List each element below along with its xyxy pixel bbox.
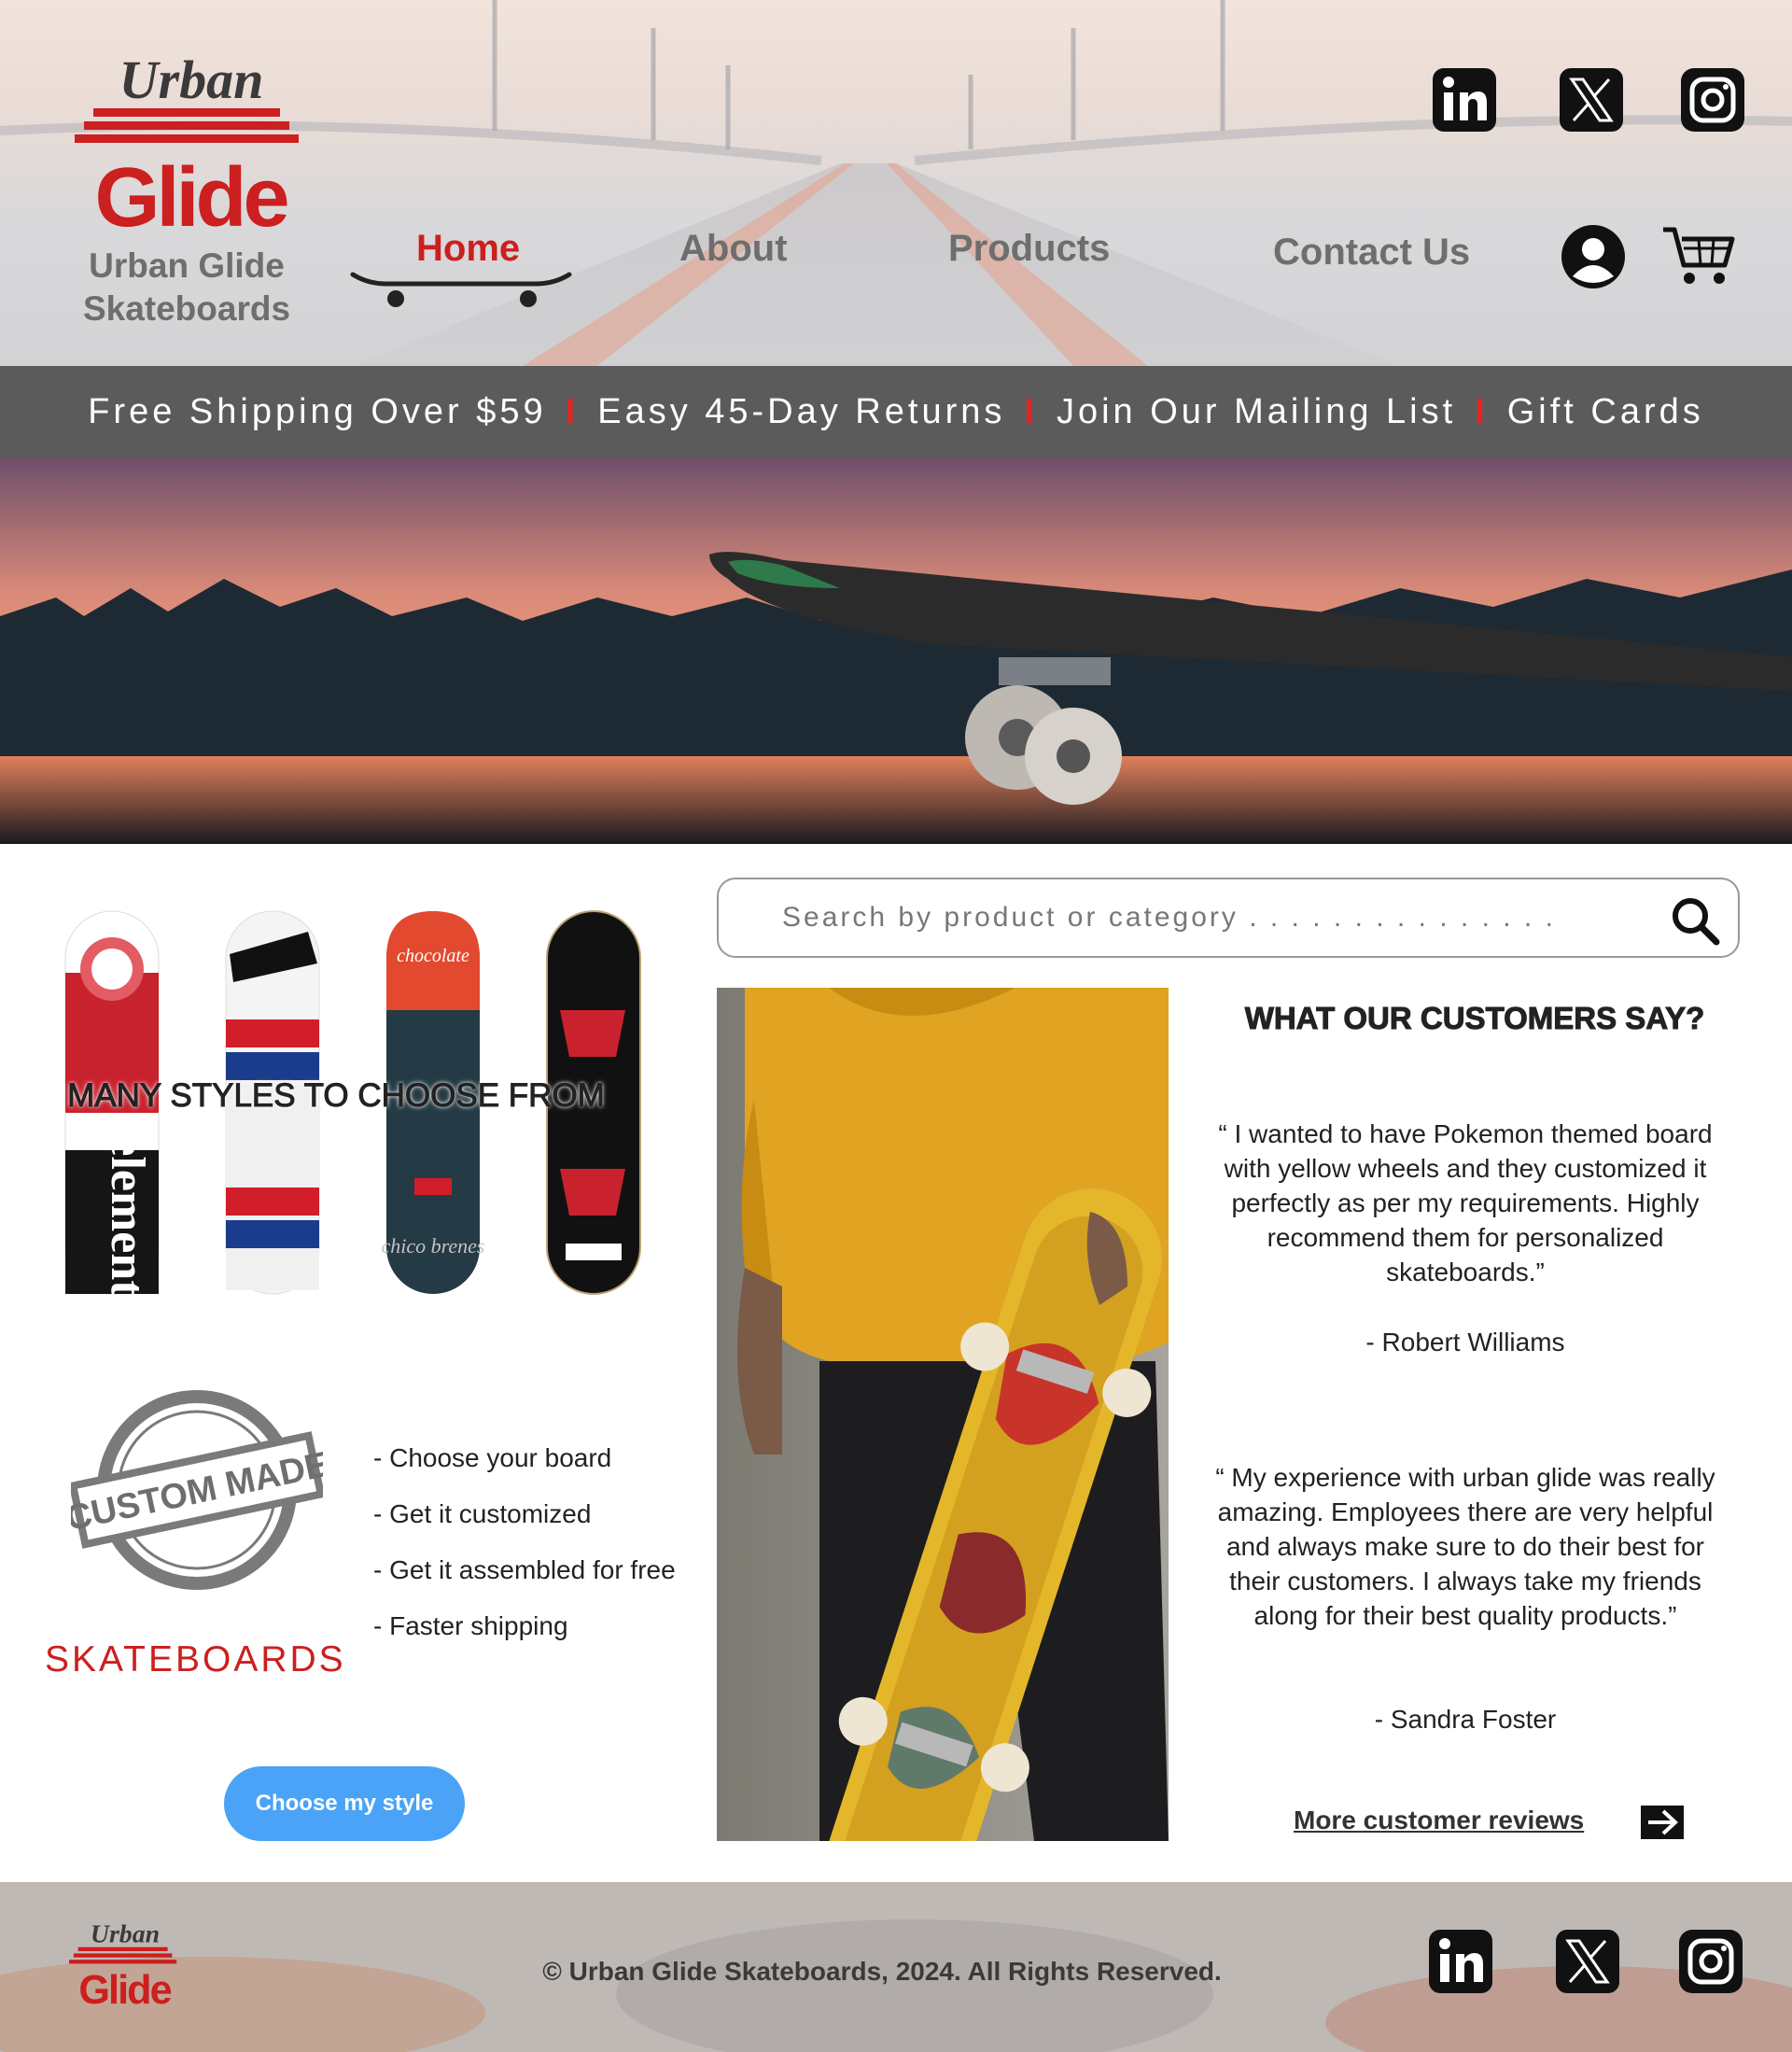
nav-about[interactable]: About xyxy=(679,228,788,270)
shopping-cart-icon[interactable] xyxy=(1661,224,1736,286)
logo-mark: Urban Glide xyxy=(75,49,299,245)
choose-my-style-button[interactable]: Choose my style xyxy=(224,1766,465,1841)
nav-contact-us[interactable]: Contact Us xyxy=(1273,232,1470,274)
custom-features-list: - Choose your board - Get it customized … xyxy=(373,1438,676,1662)
svg-text:Glide: Glide xyxy=(94,151,287,233)
feature-item: - Faster shipping xyxy=(373,1611,568,1640)
nav-home[interactable]: Home xyxy=(416,228,520,270)
svg-text:element: element xyxy=(101,1134,154,1297)
promo-bar: Free Shipping Over $59 I Easy 45-Day Ret… xyxy=(0,366,1792,457)
svg-text:Urban: Urban xyxy=(91,1919,160,1948)
linkedin-icon[interactable] xyxy=(1428,1929,1493,1994)
nav-products[interactable]: Products xyxy=(948,228,1110,270)
hero-banner xyxy=(0,457,1792,844)
feature-item: - Get it customized xyxy=(373,1499,592,1528)
review-author: - Robert Williams xyxy=(1365,1328,1565,1356)
more-reviews-link[interactable]: More customer reviews xyxy=(1294,1806,1584,1835)
svg-text:Urban: Urban xyxy=(119,49,264,110)
styles-heading: MANY STYLES TO CHOOSE FROM xyxy=(67,1077,606,1115)
brand-name: Urban Glide Skateboards xyxy=(82,246,291,328)
promo-separator: I xyxy=(565,391,580,431)
feature-item: - Get it assembled for free xyxy=(373,1555,676,1584)
site-header: Urban Glide Urban Glide Skateboards Home… xyxy=(0,0,1792,366)
copyright-text: © Urban Glide Skateboards, 2024. All Rig… xyxy=(542,1957,1222,1986)
promo-free-shipping[interactable]: Free Shipping Over $59 xyxy=(88,392,546,432)
custom-made-stamp-icon: CUSTOM MADE xyxy=(71,1390,323,1590)
linkedin-icon[interactable] xyxy=(1432,67,1497,133)
person-holding-skateboard-image xyxy=(717,988,1169,1841)
review-text: “ I wanted to have Pokemon themed board … xyxy=(1218,1119,1713,1286)
search-input[interactable] xyxy=(782,896,1641,939)
arrow-right-icon[interactable] xyxy=(1641,1806,1684,1839)
reviews-heading: WHAT OUR CUSTOMERS SAY? xyxy=(1244,1001,1705,1036)
feature-item: - Choose your board xyxy=(373,1443,612,1472)
instagram-icon[interactable] xyxy=(1678,1929,1743,1994)
custom-skateboard-photo xyxy=(717,988,1169,1841)
x-icon[interactable] xyxy=(1559,67,1624,133)
promo-mailing-list[interactable]: Join Our Mailing List xyxy=(1057,392,1456,432)
svg-text:chocolate: chocolate xyxy=(397,946,469,966)
active-nav-skateboard-indicator xyxy=(350,272,572,307)
promo-separator: I xyxy=(1024,391,1038,431)
hero-skateboard-image xyxy=(0,457,1792,844)
user-account-icon[interactable] xyxy=(1561,224,1626,289)
svg-text:chico brenes: chico brenes xyxy=(382,1234,485,1258)
instagram-icon[interactable] xyxy=(1680,67,1745,133)
site-footer: Urban Glide © Urban Glide Skateboards, 2… xyxy=(0,1882,1792,2052)
x-icon[interactable] xyxy=(1555,1929,1620,1994)
search-bar xyxy=(717,878,1740,958)
promo-returns[interactable]: Easy 45-Day Returns xyxy=(597,392,1005,432)
brand-logo[interactable]: Urban Glide xyxy=(75,47,308,245)
promo-gift-cards[interactable]: Gift Cards xyxy=(1507,392,1704,432)
review-text: “ My experience with urban glide was rea… xyxy=(1215,1463,1715,1630)
custom-skateboards-title: SKATEBOARDS xyxy=(45,1639,346,1680)
review-author: - Sandra Foster xyxy=(1374,1705,1557,1734)
search-icon[interactable] xyxy=(1669,894,1721,947)
promo-separator: I xyxy=(1475,391,1489,431)
